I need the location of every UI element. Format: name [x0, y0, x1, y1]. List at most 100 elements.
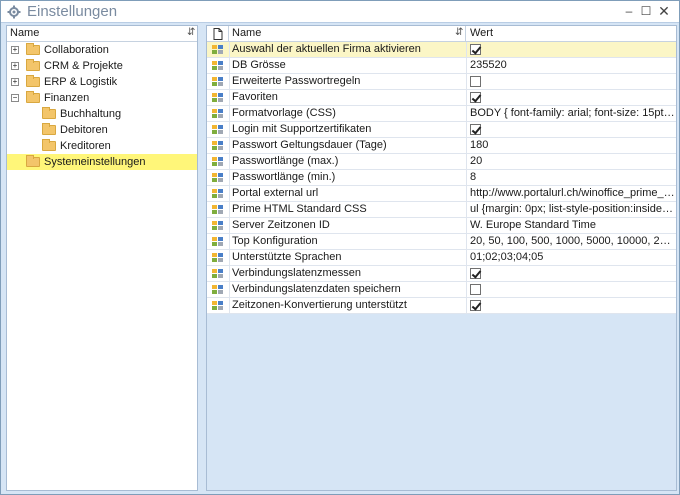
tree-item[interactable]: Kreditoren	[7, 138, 197, 154]
close-button[interactable]: ✕	[657, 4, 671, 18]
setting-name: Server Zeitzonen ID	[229, 218, 465, 233]
setting-name: Verbindungslatenzmessen	[229, 266, 465, 281]
setting-value-cell	[466, 298, 676, 313]
document-icon	[213, 28, 223, 40]
table-row[interactable]: Portal external url http://www.portalurl.…	[207, 186, 676, 202]
folder-icon	[26, 75, 40, 87]
grid-body: Auswahl der aktuellen Firma aktivieren DB…	[207, 42, 676, 314]
column-divider[interactable]	[465, 26, 466, 42]
setting-checkbox[interactable]	[470, 268, 481, 279]
setting-name: Zeitzonen-Konvertierung unterstützt	[229, 298, 465, 313]
table-row[interactable]: Unterstützte Sprachen 01;02;03;04;05	[207, 250, 676, 266]
sort-icon[interactable]: ⇵	[455, 27, 463, 38]
table-row[interactable]: Passwortlänge (min.) 8	[207, 170, 676, 186]
setting-value-cell	[466, 90, 676, 105]
tree-item-label: Buchhaltung	[60, 108, 122, 120]
settings-tree: Name ⇵ + Collaboration + CRM & Projekte + ERP…	[6, 25, 198, 491]
setting-value-cell	[466, 122, 676, 137]
setting-checkbox[interactable]	[470, 124, 481, 135]
tree-item[interactable]: Buchhaltung	[7, 106, 197, 122]
tree-item[interactable]: + ERP & Logistik	[7, 74, 197, 90]
setting-name: Favoriten	[229, 90, 465, 105]
table-row[interactable]: Server Zeitzonen ID W. Europe Standard Ti…	[207, 218, 676, 234]
setting-icon	[212, 61, 224, 71]
title-bar[interactable]: Einstellungen – ☐ ✕	[1, 1, 679, 23]
setting-name: Prime HTML Standard CSS	[229, 202, 465, 217]
tree-item[interactable]: Debitoren	[7, 122, 197, 138]
setting-icon	[212, 77, 224, 87]
column-divider[interactable]	[228, 26, 229, 42]
tree-item[interactable]: + CRM & Projekte	[7, 58, 197, 74]
setting-value[interactable]: 20, 50, 100, 500, 1000, 5000, 10000, 200…	[466, 234, 676, 249]
setting-icon	[212, 237, 224, 247]
table-row[interactable]: Favoriten	[207, 90, 676, 106]
folder-icon	[26, 59, 40, 71]
table-row[interactable]: Verbindungslatenzdaten speichern	[207, 282, 676, 298]
setting-value[interactable]: 8	[466, 170, 676, 185]
setting-value[interactable]: 20	[466, 154, 676, 169]
table-row[interactable]: Formatvorlage (CSS) BODY { font-family: a…	[207, 106, 676, 122]
setting-icon	[212, 301, 224, 311]
expand-icon[interactable]: +	[11, 46, 19, 54]
tree-item[interactable]: − Finanzen	[7, 90, 197, 106]
setting-value[interactable]: ul {margin: 0px; list-style-position:ins…	[466, 202, 676, 217]
settings-grid: Name ⇵ Wert Auswahl der aktuellen Firma …	[206, 25, 677, 491]
folder-icon	[42, 123, 56, 135]
setting-icon	[212, 205, 224, 215]
tree-header-label: Name	[10, 27, 40, 39]
table-row[interactable]: Login mit Supportzertifikaten	[207, 122, 676, 138]
setting-icon	[212, 189, 224, 199]
setting-value[interactable]: W. Europe Standard Time	[466, 218, 676, 233]
collapse-icon[interactable]: −	[11, 94, 19, 102]
setting-checkbox[interactable]	[470, 44, 481, 55]
table-row[interactable]: Passwortlänge (max.) 20	[207, 154, 676, 170]
maximize-button[interactable]: ☐	[639, 4, 653, 18]
tree-item[interactable]: Systemeinstellungen	[7, 154, 197, 170]
table-row[interactable]: DB Grösse 235520	[207, 58, 676, 74]
table-row[interactable]: Erweiterte Passwortregeln	[207, 74, 676, 90]
column-header-name[interactable]: Name	[232, 27, 261, 39]
setting-value[interactable]: BODY { font-family: arial; font-size: 15…	[466, 106, 676, 121]
setting-icon	[212, 269, 224, 279]
setting-checkbox[interactable]	[470, 300, 481, 311]
setting-icon	[212, 109, 224, 119]
setting-icon	[212, 141, 224, 151]
setting-value[interactable]: http://www.portalurl.ch/winoffice_prime_…	[466, 186, 676, 201]
setting-icon	[212, 285, 224, 295]
table-row[interactable]: Auswahl der aktuellen Firma aktivieren	[207, 42, 676, 58]
column-header-value[interactable]: Wert	[470, 27, 493, 39]
setting-checkbox[interactable]	[470, 92, 481, 103]
setting-icon	[212, 173, 224, 183]
expand-icon[interactable]: +	[11, 62, 19, 70]
setting-checkbox[interactable]	[470, 284, 481, 295]
expand-icon[interactable]: +	[11, 78, 19, 86]
setting-icon	[212, 253, 224, 263]
sort-icon[interactable]: ⇵	[187, 27, 195, 38]
setting-name: DB Grösse	[229, 58, 465, 73]
table-row[interactable]: Top Konfiguration 20, 50, 100, 500, 1000,…	[207, 234, 676, 250]
table-row[interactable]: Passwort Geltungsdauer (Tage) 180	[207, 138, 676, 154]
tree-item-label: Systemeinstellungen	[44, 156, 146, 168]
setting-value-cell	[466, 74, 676, 89]
setting-value[interactable]: 180	[466, 138, 676, 153]
folder-icon	[42, 139, 56, 151]
setting-value[interactable]: 235520	[466, 58, 676, 73]
setting-value[interactable]: 01;02;03;04;05	[466, 250, 676, 265]
setting-name: Formatvorlage (CSS)	[229, 106, 465, 121]
tree-item[interactable]: + Collaboration	[7, 42, 197, 58]
folder-icon	[26, 91, 40, 103]
gear-icon	[7, 5, 21, 19]
tree-header[interactable]: Name ⇵	[7, 26, 197, 42]
setting-icon	[212, 125, 224, 135]
folder-icon	[26, 43, 40, 55]
setting-name: Login mit Supportzertifikaten	[229, 122, 465, 137]
setting-value-cell	[466, 42, 676, 57]
setting-icon	[212, 45, 224, 55]
setting-checkbox[interactable]	[470, 76, 481, 87]
table-row[interactable]: Verbindungslatenzmessen	[207, 266, 676, 282]
settings-window: Einstellungen – ☐ ✕ Name ⇵ + Collaboratio…	[0, 0, 680, 495]
table-row[interactable]: Prime HTML Standard CSS ul {margin: 0px; …	[207, 202, 676, 218]
minimize-button[interactable]: –	[622, 4, 636, 18]
setting-name: Auswahl der aktuellen Firma aktivieren	[229, 42, 465, 57]
table-row[interactable]: Zeitzonen-Konvertierung unterstützt	[207, 298, 676, 314]
